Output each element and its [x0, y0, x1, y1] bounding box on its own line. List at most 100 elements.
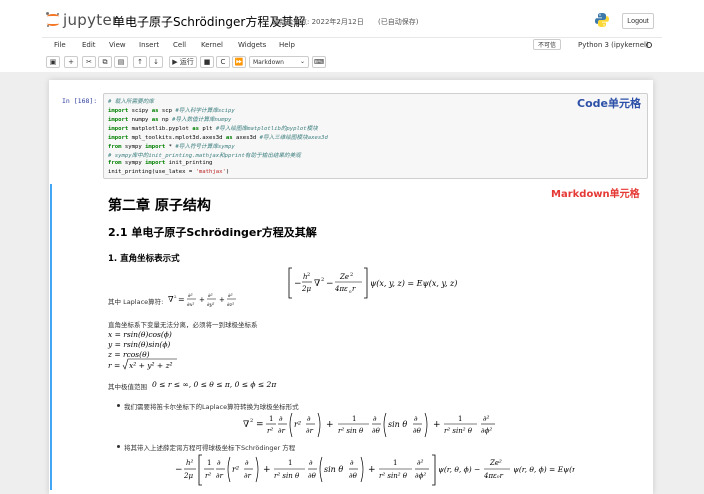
markdown-cell-selection-bar	[50, 184, 52, 490]
restart-button[interactable]: C	[216, 56, 230, 68]
code-line: init_printing(use_latex = 'mathjax')	[108, 169, 230, 175]
svg-text:1: 1	[458, 415, 462, 423]
code-cell-editor[interactable]: # 载入所需要的库 import scipy as scp #导入科学计算库sc…	[103, 93, 648, 179]
svg-text:2: 2	[250, 418, 253, 424]
svg-text:∇: ∇	[243, 420, 249, 430]
notebook-header: jupyter 单电子原子Schrödinger方程及其解 最新检查点: 202…	[0, 0, 704, 36]
code-cell-annotation: Code单元格	[577, 97, 641, 110]
schrodinger-cartesian-equation: − h2 2μ ∇ 2 − Ze 2 4πε 0 r ψ(x, y, z) = Eψ(x…	[288, 267, 457, 299]
svg-text:r²: r²	[205, 472, 211, 480]
svg-text:∂: ∂	[373, 415, 377, 423]
svg-text:+: +	[433, 420, 441, 430]
interrupt-button[interactable]: ■	[200, 56, 214, 68]
svg-text:2: 2	[174, 294, 177, 299]
chapter-heading: 第二章 原子结构	[108, 198, 211, 214]
code-line: import scipy as scp #导入科学计算库scipy	[108, 108, 235, 114]
svg-text:1: 1	[207, 459, 211, 467]
svg-text:+: +	[263, 465, 271, 475]
fast-forward-icon: ⏩	[234, 58, 244, 66]
svg-text:ψ(r, θ, ϕ) = Eψ(r, θ, ϕ): ψ(r, θ, ϕ) = Eψ(r, θ, ϕ)	[513, 465, 575, 474]
run-button[interactable]: ▶ 运行	[169, 56, 197, 68]
svg-text:−: −	[294, 279, 302, 289]
autosave-status: (已自动保存)	[378, 18, 419, 26]
plus-icon: +	[68, 58, 74, 66]
svg-text:2μ: 2μ	[301, 285, 311, 293]
code-line: import matplotlib.pyplot as plt #导入绘图库ma…	[108, 126, 318, 132]
svg-text:∂r: ∂r	[216, 472, 224, 480]
jupyter-logo[interactable]: jupyter	[46, 11, 118, 29]
paste-button[interactable]: ▤	[114, 56, 128, 68]
menu-help[interactable]: Help	[279, 41, 295, 49]
menubar: File Edit View Insert Cell Kernel Widget…	[42, 37, 662, 53]
keyboard-icon: ⌨	[313, 58, 325, 66]
kernel-name[interactable]: Python 3 (ipykernel)	[578, 41, 649, 49]
code-line: from sympy import init_printing	[108, 160, 213, 166]
restart-run-all-button[interactable]: ⏩	[232, 56, 246, 68]
insert-cell-button[interactable]: +	[64, 56, 78, 68]
arrow-down-icon: ↓	[153, 58, 159, 66]
svg-text:∂θ: ∂θ	[349, 472, 358, 480]
coord-y-formula: y = rsin(θ)sin(ϕ)	[108, 340, 171, 349]
svg-text:∂ϕ²: ∂ϕ²	[481, 427, 492, 435]
svg-text:∂²: ∂²	[208, 293, 213, 299]
menu-cell[interactable]: Cell	[173, 41, 186, 49]
cell-type-select[interactable]: Markdown ⌄	[249, 56, 309, 68]
svg-text:2: 2	[321, 277, 324, 283]
svg-text:∂²: ∂²	[228, 293, 233, 299]
range-intro-text: 其中极值范围	[108, 383, 147, 391]
svg-text:Ze: Ze	[339, 273, 349, 281]
trusted-indicator[interactable]: 不可信	[533, 39, 561, 50]
menu-edit[interactable]: Edit	[82, 41, 96, 49]
svg-text:1: 1	[352, 415, 356, 423]
svg-text:r²: r²	[294, 420, 301, 429]
svg-text:∂r: ∂r	[244, 472, 252, 480]
checkpoint-status: 最新检查点: 2022年2月12日	[272, 18, 364, 26]
svg-text:−: −	[326, 279, 334, 289]
chevron-down-icon: ⌄	[299, 58, 305, 65]
svg-text:∂: ∂	[307, 415, 311, 423]
logout-button[interactable]: Logout	[622, 13, 654, 29]
code-cell-prompt: In [168]:	[62, 97, 98, 105]
svg-text:+: +	[219, 296, 225, 304]
svg-text:∂: ∂	[279, 415, 283, 423]
coords-intro-text: 直角坐标系下变量无法分离，必须将一到球极坐标系	[108, 321, 258, 329]
svg-text:r²: r²	[232, 465, 239, 474]
svg-text:∂²: ∂²	[417, 459, 424, 467]
svg-text:=: =	[256, 420, 264, 430]
svg-text:∇: ∇	[314, 279, 320, 289]
svg-text:∂²: ∂²	[188, 293, 193, 299]
code-line: # sympy库中的init_printing.mathjax和pprint有助…	[108, 153, 301, 159]
svg-text:Ze²: Ze²	[489, 459, 502, 467]
range-formula: 0 ≤ r ≤ ∞, 0 ≤ θ ≤ π, 0 ≤ ϕ ≤ 2π	[152, 380, 277, 389]
svg-text:=: =	[178, 295, 185, 304]
svg-text:∂θ: ∂θ	[413, 427, 422, 435]
menu-view[interactable]: View	[109, 41, 126, 49]
move-down-button[interactable]: ↓	[149, 56, 163, 68]
menu-insert[interactable]: Insert	[139, 41, 159, 49]
menu-file[interactable]: File	[54, 41, 66, 49]
save-icon: ▣	[49, 58, 57, 66]
code-line: from sympy import * #导入符号计算库sympy	[108, 144, 235, 150]
menu-kernel[interactable]: Kernel	[201, 41, 223, 49]
svg-text:∂x²: ∂x²	[187, 302, 194, 308]
cut-button[interactable]: ✂	[82, 56, 96, 68]
svg-text:2: 2	[350, 272, 353, 278]
schrodinger-spherical-equation: − h² 2μ 1 r² ∂ ∂r r² ∂ ∂r + 1 r² sin θ ∂…	[175, 454, 575, 486]
copy-button[interactable]: ⧉	[98, 56, 112, 68]
save-button[interactable]: ▣	[46, 56, 60, 68]
svg-text:r =: r =	[108, 361, 120, 370]
command-palette-button[interactable]: ⌨	[312, 56, 326, 68]
svg-text:1: 1	[269, 415, 273, 423]
move-up-button[interactable]: ↑	[133, 56, 147, 68]
svg-text:4πε₀r: 4πε₀r	[483, 472, 504, 480]
menu-widgets[interactable]: Widgets	[238, 41, 266, 49]
code-line: import mpl_toolkits.mplot3d.axes3d as ax…	[108, 135, 328, 141]
paste-icon: ▤	[117, 58, 125, 66]
cell-type-value: Markdown	[253, 58, 284, 66]
svg-text:r² sin θ: r² sin θ	[274, 472, 300, 480]
svg-text:+: +	[199, 296, 205, 304]
svg-text:∂z²: ∂z²	[227, 302, 234, 308]
svg-text:sin θ: sin θ	[388, 420, 407, 429]
jupyter-logo-icon	[46, 12, 60, 28]
bullet2-text: 将其带入上述薛定谔方程可得球极坐标下Schrödinger 方程	[124, 444, 296, 452]
